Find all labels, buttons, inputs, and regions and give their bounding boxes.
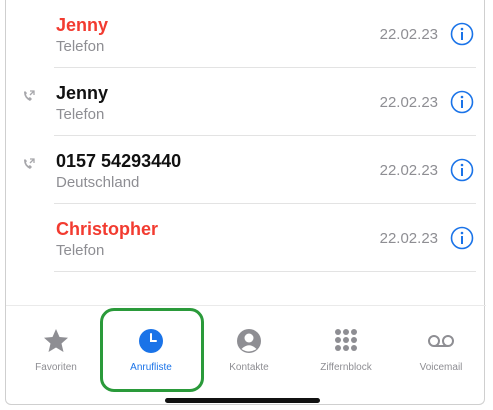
call-date: 22.02.23 <box>379 26 438 43</box>
person-icon <box>237 329 261 353</box>
tab-voicemail[interactable]: Voicemail <box>396 326 486 386</box>
call-row[interactable]: Jenny Telefon 22.02.23 <box>6 68 486 136</box>
call-date: 22.02.23 <box>379 230 438 247</box>
recents-screen: Jenny Telefon 22.02.23 Jenny Telefon 22.… <box>5 0 486 406</box>
tab-label: Kontakte <box>229 362 269 373</box>
outgoing-call-icon <box>24 158 35 169</box>
call-row[interactable]: Christopher Telefon 22.02.23 <box>6 204 486 272</box>
info-icon[interactable] <box>450 226 474 250</box>
caller-name: Christopher <box>56 219 159 239</box>
keypad-icon <box>335 329 357 351</box>
tab-bar: Favoriten Anrufliste Kontakte Ziffernblo… <box>6 305 486 406</box>
tab-label: Voicemail <box>419 362 463 373</box>
call-type: Telefon <box>56 38 105 55</box>
call-type: Deutschland <box>56 174 140 191</box>
call-row[interactable]: 0157 54293440 Deutschland 22.02.23 <box>6 136 486 204</box>
call-date: 22.02.23 <box>379 94 438 111</box>
caller-name: Jenny <box>56 15 109 35</box>
call-date: 22.02.23 <box>379 162 438 179</box>
caller-name: 0157 54293440 <box>56 151 182 171</box>
home-indicator <box>165 398 320 403</box>
star-icon <box>44 329 68 352</box>
caller-name: Jenny <box>56 83 109 103</box>
voicemail-icon <box>428 335 454 347</box>
info-icon[interactable] <box>450 158 474 182</box>
highlight-box <box>100 308 204 392</box>
call-type: Telefon <box>56 106 105 123</box>
tab-ziffernblock[interactable]: Ziffernblock <box>301 326 391 386</box>
tab-label: Favoriten <box>35 362 77 373</box>
tab-kontakte[interactable]: Kontakte <box>204 326 294 386</box>
tab-favoriten[interactable]: Favoriten <box>11 326 101 386</box>
info-icon[interactable] <box>450 90 474 114</box>
call-type: Telefon <box>56 242 105 259</box>
tab-label: Ziffernblock <box>320 362 372 373</box>
outgoing-call-icon <box>24 90 35 101</box>
call-row[interactable]: Jenny Telefon 22.02.23 <box>6 0 486 68</box>
info-icon[interactable] <box>450 22 474 46</box>
row-divider <box>54 271 476 272</box>
